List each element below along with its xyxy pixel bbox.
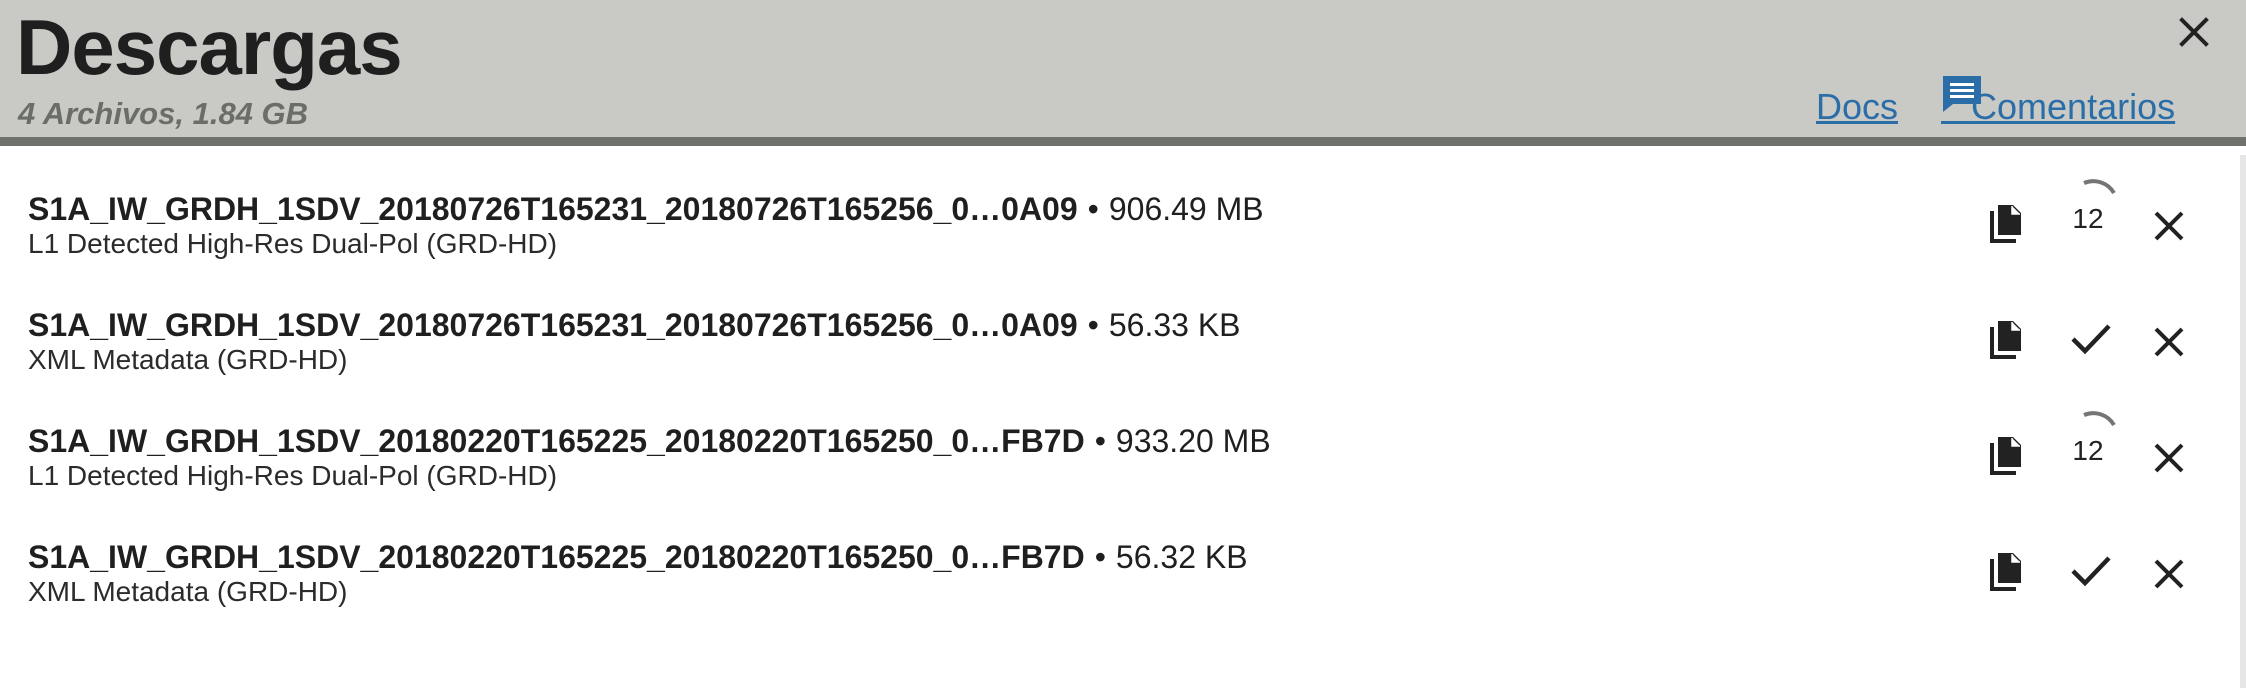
file-size: 56.32 KB xyxy=(1115,539,1248,575)
copy-icon[interactable] xyxy=(1989,551,2023,591)
file-name: S1A_IW_GRDH_1SDV_20180726T165231_2018072… xyxy=(28,307,1078,343)
file-size: 56.33 KB xyxy=(1108,307,1241,343)
check-icon xyxy=(2070,553,2112,589)
file-type: L1 Detected High-Res Dual-Pol (GRD-HD) xyxy=(28,228,558,259)
downloads-summary: 4 Archivos, 1.84 GB xyxy=(18,96,309,131)
remove-icon[interactable] xyxy=(2152,557,2186,591)
separator-dot: • xyxy=(1087,191,1099,227)
close-icon[interactable] xyxy=(2174,12,2214,52)
download-row: S1A_IW_GRDH_1SDV_20180220T165225_2018022… xyxy=(0,537,2240,653)
file-size: 933.20 MB xyxy=(1115,423,1271,459)
file-size: 906.49 MB xyxy=(1108,191,1264,227)
file-type: XML Metadata (GRD-HD) xyxy=(28,344,348,375)
progress-value: 12 xyxy=(2072,435,2104,466)
remove-icon[interactable] xyxy=(2152,441,2186,475)
file-name: S1A_IW_GRDH_1SDV_20180220T165225_2018022… xyxy=(28,423,1085,459)
downloads-header: Descargas 4 Archivos, 1.84 GB Docs Comen… xyxy=(0,0,2246,146)
scrollbar-track xyxy=(2240,155,2246,688)
download-row: S1A_IW_GRDH_1SDV_20180220T165225_2018022… xyxy=(0,411,2240,537)
file-type: L1 Detected High-Res Dual-Pol (GRD-HD) xyxy=(28,460,558,491)
docs-link[interactable]: Docs xyxy=(1816,86,1898,128)
copy-icon[interactable] xyxy=(1989,319,2023,359)
separator-dot: • xyxy=(1087,307,1099,343)
feedback-label[interactable]: Comentarios xyxy=(1971,86,2175,127)
remove-icon[interactable] xyxy=(2152,325,2186,359)
check-icon xyxy=(2070,321,2112,357)
remove-icon[interactable] xyxy=(2152,209,2186,243)
copy-icon[interactable] xyxy=(1989,203,2023,243)
progress-value: 12 xyxy=(2072,203,2104,234)
separator-dot: • xyxy=(1094,423,1106,459)
feedback-link[interactable]: Comentarios xyxy=(1941,86,2175,128)
copy-icon[interactable] xyxy=(1989,435,2023,475)
download-row: S1A_IW_GRDH_1SDV_20180726T165231_2018072… xyxy=(0,305,2240,421)
file-name: S1A_IW_GRDH_1SDV_20180220T165225_2018022… xyxy=(28,539,1085,575)
separator-dot: • xyxy=(1094,539,1106,575)
download-row: S1A_IW_GRDH_1SDV_20180726T165231_2018072… xyxy=(0,179,2240,305)
page-title: Descargas xyxy=(16,3,403,91)
file-name: S1A_IW_GRDH_1SDV_20180726T165231_2018072… xyxy=(28,191,1078,227)
file-type: XML Metadata (GRD-HD) xyxy=(28,576,348,607)
